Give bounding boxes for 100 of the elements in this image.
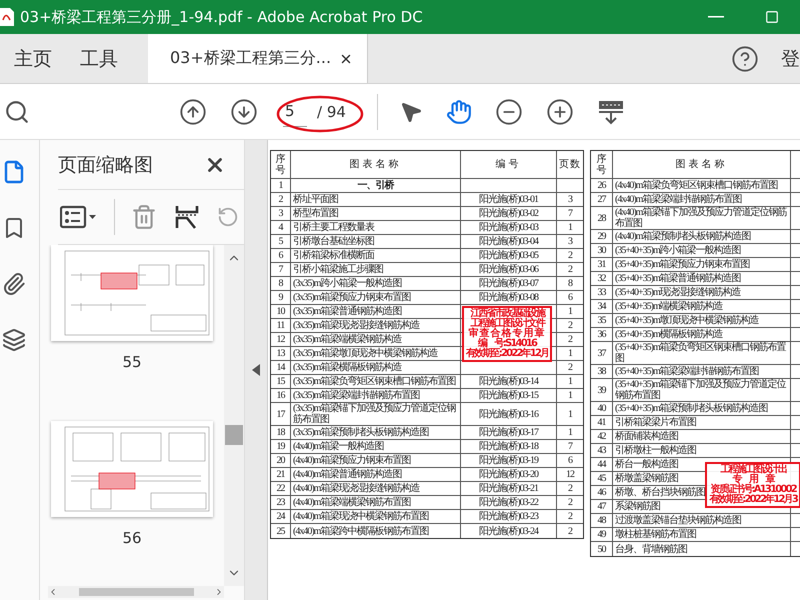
table-cell-text: 2 — [567, 319, 574, 332]
stamp-text: 专 用 章 — [732, 475, 774, 485]
collapse-arrow-icon — [252, 364, 260, 376]
document-tab[interactable]: 03+桥梁工程第三分... — [148, 34, 368, 83]
minimize-icon — [708, 16, 724, 18]
table-cell: (4x40)m箱梁梁端封锚钢筋布置图 — [613, 193, 791, 206]
table-cell: 43 — [591, 444, 613, 457]
table-cell: (35+40+35)m现浇湿接缝钢筋构造 — [613, 286, 791, 299]
page-number-label: 56 — [122, 529, 142, 547]
table-cell: 17 — [271, 403, 291, 425]
scrollbar-thumb[interactable] — [78, 588, 194, 596]
nav-tab[interactable]: 工具 — [66, 34, 132, 83]
page-thumbnail[interactable] — [51, 421, 213, 517]
scrollbar[interactable] — [224, 245, 244, 586]
table-cell: 阳光施(桥)03-01 — [461, 193, 557, 206]
table-cell: 阳光施(桥)03-02 — [461, 207, 557, 220]
table-cell: 引桥墩柱一般构造图 — [613, 444, 791, 457]
table-cell: 墩柱桩基钢筋布置图 — [613, 528, 791, 541]
table-cell: (35+40+35)m墩顶现浇中横梁钢筋构造 — [613, 314, 791, 327]
table-cell-text: 3 — [567, 193, 574, 206]
table-cell: (3x35)m箱梁预应力钢束布置图 — [291, 291, 461, 304]
page-number-field[interactable]: 5 — [283, 96, 307, 126]
table-cell: (3x35)m箱梁端横梁钢筋构造 — [291, 333, 461, 346]
table-cell: (35+40+35)m箱梁负弯矩区钢束槽口钢筋布置图 — [613, 342, 791, 364]
table-cell-text: 2 — [567, 496, 574, 509]
nav-tab[interactable]: 主页 — [0, 34, 66, 83]
table-cell: 阳光施(桥)03-04 — [461, 235, 557, 248]
table-cell: 40 — [591, 402, 613, 415]
sign-in-button[interactable]: 登 — [761, 34, 800, 83]
table-cell: 38 — [591, 365, 613, 378]
table-cell: (4x40)m箱梁预应力钢束布置图 — [291, 454, 461, 467]
table-cell: (3x35)m箱梁负弯矩区钢束槽口钢筋布置图 — [291, 375, 461, 388]
table-cell: 引桥墩台基础坐标图 — [291, 235, 461, 248]
table-cell: 24 — [271, 510, 291, 523]
table-cell: 4 — [271, 221, 291, 234]
table-cell: 阳光施(桥)03-14 — [461, 375, 557, 388]
table-cell: (4x40)m箱梁端横梁钢筋布置图 — [291, 496, 461, 509]
table-cell: 5 — [271, 235, 291, 248]
table-cell: 26 — [591, 179, 613, 192]
table-cell: 过渡墩盖梁锚台垫块钢筋构造图 — [613, 514, 791, 527]
table-cell: 阳光施(桥)03-16 — [461, 403, 557, 425]
layers-icon[interactable] — [0, 326, 28, 354]
table-cell: (4x40)m箱梁预制堵头板钢筋构造图 — [613, 230, 791, 243]
table-cell: 37 — [591, 342, 613, 364]
table-cell: 16 — [271, 389, 291, 402]
window-title: 03+桥梁工程第三分册_1-94.pdf - Adobe Acrobat Pro DC — [20, 8, 423, 26]
table-cell-text: 2 — [567, 524, 574, 538]
table-cell: 引桥箱梁梁片布置图 — [613, 416, 791, 429]
stamp-text: 有效期至:2022年12月 — [466, 349, 548, 359]
page-total: / 94 — [317, 102, 346, 120]
table-cell: (35+40+35)m箱梁普通钢筋构造图 — [613, 272, 791, 285]
scrollbar-thumb[interactable] — [225, 425, 243, 445]
page-thumbnail[interactable] — [51, 245, 213, 341]
table-cell-text: 1 — [567, 408, 574, 422]
table-cell: 桥型布置图 — [291, 207, 461, 220]
table-cell: 49 — [591, 528, 613, 541]
table-cell: 阳光施(桥)03-23 — [461, 510, 557, 523]
stamp-text: 编 号:S14016 — [478, 339, 536, 349]
table-cell: 桥址平面图 — [291, 193, 461, 206]
table-cell: 12 — [271, 333, 291, 346]
table-cell: 阳光施(桥)03-06 — [461, 263, 557, 276]
table-cell: (3x35)m跨小箱梁一般构造图 — [291, 277, 461, 290]
table-cell: (3x35)m箱梁横隔板钢筋构造 — [291, 361, 461, 374]
table-cell: 10 — [271, 305, 291, 318]
table-cell-text: 2 — [567, 510, 574, 523]
table-cell: (4x40)m箱梁跨中横隔板钢筋布置图 — [291, 524, 461, 538]
table-cell-text: 1 — [567, 347, 574, 360]
table-cell: 9 — [271, 291, 291, 304]
table-cell: (4x40)m箱梁现浇中横梁钢筋布置图 — [291, 510, 461, 523]
table-cell: 19 — [271, 440, 291, 453]
table-cell: 35 — [591, 314, 613, 327]
table-header: 序号 — [271, 151, 291, 178]
table-cell: (4x40)m箱梁负弯矩区钢束槽口钢筋布置图 — [613, 179, 791, 192]
table-cell: 阳光施(桥)03-05 — [461, 249, 557, 262]
table-cell: 45 — [591, 472, 613, 485]
table-cell: 14 — [271, 361, 291, 374]
table-header: 页数 — [558, 158, 582, 172]
table-cell-text: 2 — [567, 249, 574, 262]
table-cell: 阳光施(桥)03-03 — [461, 221, 557, 234]
horizontal-scrollbar[interactable] — [48, 586, 224, 598]
table-cell-text: 1 — [567, 221, 574, 234]
table-cell: (4x40)m箱梁现浇湿接缝钢筋构造 — [291, 482, 461, 495]
table-cell: 阳光施(桥)03-08 — [461, 291, 557, 304]
table-cell: 31 — [591, 258, 613, 271]
stamp-text: 资质证书号:A1310002 — [710, 485, 796, 495]
table-cell-text: 6 — [567, 291, 574, 304]
table-cell: 阳光施(桥)03-19 — [461, 454, 557, 467]
table-cell: (35+40+35)m箱梁预制堵头板钢筋构造图 — [613, 402, 791, 415]
table-cell: 28 — [591, 207, 613, 229]
table-cell: 44 — [591, 458, 613, 471]
table-cell: 29 — [591, 230, 613, 243]
table-cell: 2 — [271, 193, 291, 206]
table-cell: 引桥小箱梁施工步骤图 — [291, 263, 461, 276]
table-cell: (3x35)m箱梁预制堵头板钢筋构造图 — [291, 426, 461, 439]
table-cell: 桥面铺装构造图 — [613, 430, 791, 443]
section-heading: 一、引桥 — [291, 179, 461, 192]
table-cell: 阳光施(桥)03-20 — [461, 468, 557, 481]
document-tab-label: 03+桥梁工程第三分... — [170, 48, 332, 69]
table-cell: (35+40+35)m跨小箱梁一般构造图 — [613, 244, 791, 257]
table-cell: 21 — [271, 468, 291, 481]
